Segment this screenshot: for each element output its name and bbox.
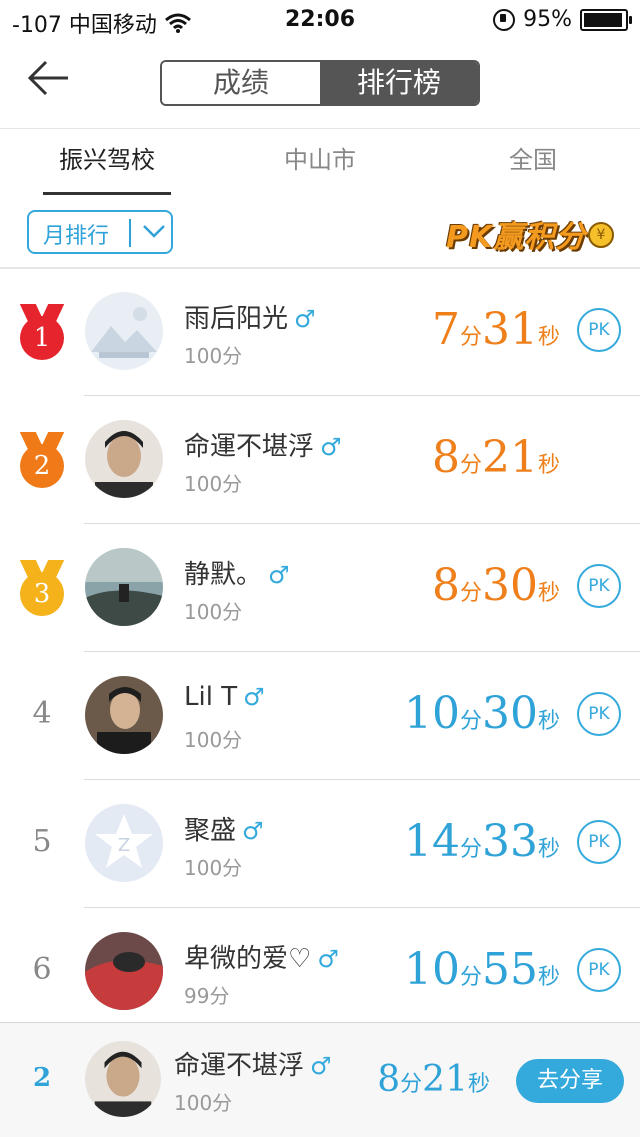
my-avatar[interactable] <box>85 1041 161 1117</box>
leaderboard-row[interactable]: 1 雨后阳光 ♂ 100分 7分31秒 PK <box>0 268 640 396</box>
male-icon: ♂ <box>242 817 264 845</box>
pk-button[interactable]: PK <box>577 564 621 608</box>
leaderboard-row[interactable]: 5 Z 聚盛 ♂ 100分 14分33秒 PK <box>0 780 640 908</box>
pk-button[interactable]: PK <box>577 308 621 352</box>
completion-time: 14分33秒 <box>403 816 560 867</box>
rank-number: 5 <box>32 824 52 859</box>
period-dropdown[interactable]: 月排行 <box>27 210 173 254</box>
pk-banner-text: PK赢积分 <box>446 220 587 255</box>
username: Lil T ♂ <box>184 682 265 712</box>
my-rank-number: 2 <box>32 1063 52 1093</box>
male-icon: ♂ <box>294 305 316 333</box>
rotation-lock-icon <box>493 8 516 31</box>
avatar[interactable] <box>85 420 163 498</box>
leaderboard-row[interactable]: 2 命運不堪浮 ♂ 100分 8分21秒 <box>0 396 640 524</box>
coin-icon: ¥ <box>588 222 614 248</box>
score-points: 100分 <box>184 472 243 496</box>
segment-score[interactable]: 成绩 <box>162 62 320 104</box>
segment-control: 成绩 排行榜 <box>160 60 480 106</box>
avatar[interactable] <box>85 676 163 754</box>
battery-percent: 95% <box>523 7 572 32</box>
my-username: 命運不堪浮 ♂ <box>174 1051 332 1081</box>
battery-icon <box>580 8 632 31</box>
pk-button[interactable]: PK <box>577 948 621 992</box>
my-completion-time: 8分21秒 <box>377 1059 490 1100</box>
pk-button[interactable]: PK <box>577 692 621 736</box>
bronze-medal-icon: 3 <box>19 560 65 620</box>
pk-earn-points-banner[interactable]: PK赢积分 ¥ <box>428 208 618 256</box>
male-icon: ♂ <box>317 945 339 973</box>
back-button[interactable] <box>26 58 76 108</box>
completion-time: 10分30秒 <box>403 688 560 739</box>
my-ranking-bar: 2 命運不堪浮 ♂ 100分 8分21秒 去分享 <box>0 1022 640 1137</box>
status-bar: -107 中国移动 22:06 95% <box>0 0 640 40</box>
dropdown-divider <box>129 219 131 247</box>
svg-text:Z: Z <box>118 835 130 856</box>
username: 雨后阳光 ♂ <box>184 304 316 334</box>
completion-time: 8分30秒 <box>431 560 560 611</box>
leaderboard-row[interactable]: 6 卑微的爱♡ ♂ 99分 10分55秒 PK <box>0 908 640 1036</box>
chevron-down-icon <box>141 212 167 264</box>
arrow-left-icon <box>27 60 68 96</box>
rank-number: 4 <box>32 696 52 731</box>
scope-tabs: 振兴驾校 中山市 全国 <box>0 129 640 197</box>
rank-number: 6 <box>32 952 52 987</box>
avatar[interactable] <box>85 932 163 1010</box>
pk-button[interactable]: PK <box>577 820 621 864</box>
status-right: 95% <box>493 7 632 32</box>
leaderboard-row[interactable]: 3 静默。 ♂ 100分 8分30秒 PK <box>0 524 640 652</box>
score-points: 100分 <box>184 856 243 880</box>
male-icon: ♂ <box>310 1052 332 1080</box>
completion-time: 7分31秒 <box>431 304 560 355</box>
avatar[interactable] <box>85 292 163 370</box>
male-icon: ♂ <box>268 561 290 589</box>
gold-medal-icon: 1 <box>19 304 65 364</box>
avatar[interactable]: Z <box>85 804 163 882</box>
male-icon: ♂ <box>243 683 265 711</box>
active-tab-indicator <box>43 192 171 195</box>
score-points: 99分 <box>184 984 230 1008</box>
avatar[interactable] <box>85 548 163 626</box>
username: 聚盛 ♂ <box>184 816 264 846</box>
username: 卑微的爱♡ ♂ <box>184 944 339 974</box>
completion-time: 10分55秒 <box>403 944 560 995</box>
share-button[interactable]: 去分享 <box>516 1059 624 1103</box>
completion-time: 8分21秒 <box>431 432 560 483</box>
male-icon: ♂ <box>320 433 342 461</box>
my-score-points: 100分 <box>174 1091 233 1115</box>
username: 静默。 ♂ <box>184 560 290 590</box>
score-points: 100分 <box>184 728 243 752</box>
tab-national[interactable]: 全国 <box>469 129 597 197</box>
score-points: 100分 <box>184 600 243 624</box>
nav-bar: 成绩 排行榜 <box>0 40 640 129</box>
period-label: 月排行 <box>43 224 110 249</box>
tab-city[interactable]: 中山市 <box>256 129 384 197</box>
leaderboard-row[interactable]: 4 Lil T ♂ 100分 10分30秒 PK <box>0 652 640 780</box>
segment-leaderboard[interactable]: 排行榜 <box>320 62 478 104</box>
score-points: 100分 <box>184 344 243 368</box>
silver-medal-icon: 2 <box>19 432 65 492</box>
tab-school[interactable]: 振兴驾校 <box>43 129 171 197</box>
username: 命運不堪浮 ♂ <box>184 432 342 462</box>
